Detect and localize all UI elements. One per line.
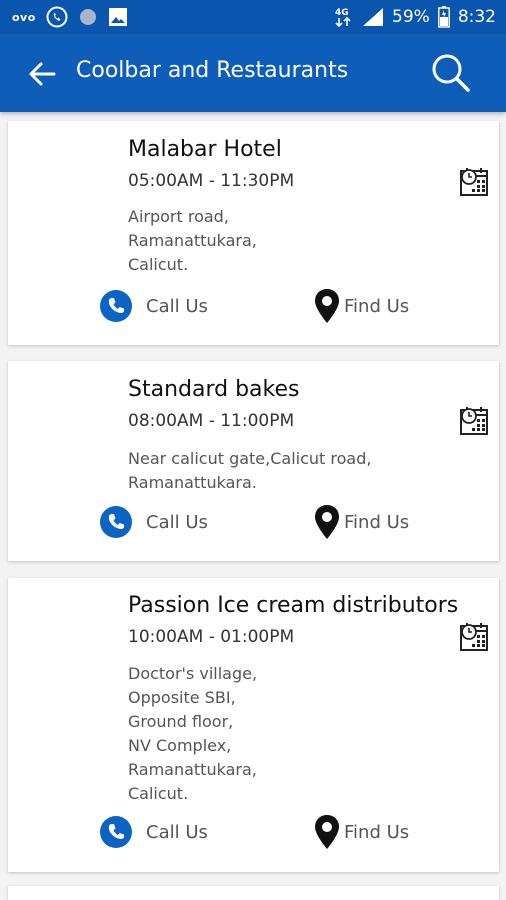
network-4g-icon: 4G (335, 8, 351, 28)
calendar-clock-icon[interactable] (459, 620, 491, 652)
restaurant-name: Malabar Hotel (128, 137, 282, 162)
calendar-clock-icon[interactable] (459, 165, 491, 197)
restaurant-card[interactable]: Passion Ice cream distributors 10:00AM -… (8, 578, 499, 872)
call-us-button[interactable]: Call Us (100, 814, 208, 850)
clock: 8:32 (457, 7, 496, 27)
call-us-button[interactable]: Call Us (100, 288, 208, 324)
circle-notification-icon (79, 9, 96, 25)
call-us-label: Call Us (146, 821, 208, 843)
status-bar: ovo 4G 59% 8:32 (0, 0, 506, 34)
restaurant-name: Passion Ice cream distributors (128, 593, 459, 618)
image-notification-icon (108, 8, 127, 26)
location-pin-icon (315, 815, 339, 849)
find-us-label: Find Us (344, 821, 410, 843)
restaurant-name: Standard bakes (128, 377, 300, 402)
opening-hours: 08:00AM - 11:00PM (128, 411, 295, 431)
battery-percent: 59% (392, 7, 430, 27)
find-us-button[interactable]: Find Us (314, 504, 409, 540)
restaurant-address: Doctor's village, Opposite SBI, Ground f… (128, 664, 258, 803)
find-us-label: Find Us (344, 511, 410, 533)
restaurant-card[interactable]: Standard bakes 08:00AM - 11:00PM Near ca… (8, 361, 499, 561)
restaurant-address: Airport road, Ramanattukara, Calicut. (128, 207, 257, 274)
back-arrow-icon[interactable] (24, 56, 60, 92)
call-us-label: Call Us (146, 511, 208, 533)
network-label: 4G (335, 8, 349, 18)
find-us-label: Find Us (344, 295, 410, 317)
call-us-label: Call Us (146, 295, 208, 317)
location-pin-icon (315, 289, 339, 323)
restaurant-card[interactable] (8, 886, 499, 900)
phone-icon (100, 816, 132, 848)
phone-icon (100, 290, 132, 322)
opening-hours: 05:00AM - 11:30PM (128, 171, 295, 191)
carrier-label: ovo (12, 10, 36, 24)
battery-icon (437, 6, 450, 28)
page-title: Coolbar and Restaurants (76, 58, 349, 83)
location-pin-icon (315, 505, 339, 539)
phone-icon (100, 506, 132, 538)
app-bar: Coolbar and Restaurants (0, 34, 506, 112)
restaurant-card[interactable]: Malabar Hotel 05:00AM - 11:30PM Airport … (8, 121, 499, 345)
restaurant-address: Near calicut gate,Calicut road, Ramanatt… (128, 449, 372, 492)
call-us-button[interactable]: Call Us (100, 504, 208, 540)
opening-hours: 10:00AM - 01:00PM (128, 627, 295, 647)
search-icon[interactable] (428, 50, 474, 96)
signal-icon (363, 8, 384, 26)
calendar-clock-icon[interactable] (459, 404, 491, 436)
call-log-icon (46, 6, 68, 28)
find-us-button[interactable]: Find Us (314, 288, 409, 324)
status-left: ovo (12, 6, 128, 28)
find-us-button[interactable]: Find Us (314, 814, 409, 850)
status-right: 4G 59% 8:32 (334, 5, 496, 29)
